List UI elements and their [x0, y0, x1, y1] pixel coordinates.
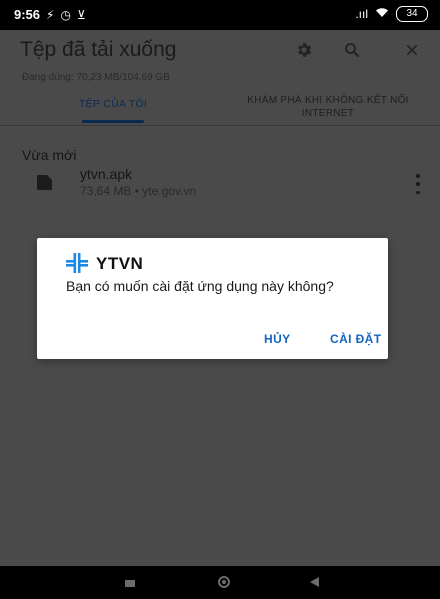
clock: 9:56: [14, 7, 41, 22]
install-button[interactable]: CÀI ĐẶT: [330, 332, 381, 346]
flash-icon: ⚡: [46, 7, 55, 22]
ytvn-logo-icon: [66, 253, 88, 273]
install-dialog: YTVN Bạn có muốn cài đặt ứng dụng này kh…: [37, 238, 388, 359]
tab-indicator: [82, 120, 144, 123]
status-right: .ııl 34: [355, 6, 428, 22]
tab-offline-label-line1: KHÁM PHÁ KHI KHÔNG KẾT NỐI: [247, 95, 409, 106]
status-bar: 9:56 ⚡ ◷ ⊻ .ııl 34: [0, 0, 440, 30]
wifi-icon: [375, 7, 389, 21]
file-name: ytvn.apk: [80, 166, 133, 182]
battery-icon: 34: [396, 6, 428, 22]
tab-offline-explore[interactable]: KHÁM PHÁ KHI KHÔNG KẾT NỐI INTERNET: [222, 94, 434, 120]
recents-icon[interactable]: [125, 580, 135, 587]
list-item[interactable]: ytvn.apk 73,64 MB • yte.gov.vn: [0, 166, 440, 202]
dialog-title: YTVN: [96, 254, 144, 273]
cancel-button[interactable]: HỦY: [264, 332, 291, 346]
close-icon[interactable]: [400, 38, 424, 62]
navigation-bar: [0, 566, 440, 599]
gear-icon[interactable]: [292, 38, 316, 62]
tab-offline-label-line2: INTERNET: [301, 108, 355, 119]
dialog-message: Bạn có muốn cài đặt ứng dụng này không?: [66, 278, 334, 294]
page-title: Tệp đã tải xuống: [20, 38, 177, 61]
file-meta: 73,64 MB • yte.gov.vn: [80, 184, 197, 198]
tabs-divider: [0, 125, 440, 126]
search-icon[interactable]: [340, 38, 364, 62]
more-vert-icon[interactable]: [410, 174, 426, 194]
alarm-icon: ◷: [60, 7, 71, 22]
home-icon[interactable]: [218, 576, 230, 588]
status-left: 9:56 ⚡ ◷ ⊻: [14, 7, 86, 22]
signal-icon: .ııl: [355, 7, 368, 21]
section-title: Vừa mới: [22, 147, 77, 163]
back-icon[interactable]: [310, 577, 319, 587]
tab-my-files[interactable]: TỆP CỦA TÔI: [38, 98, 188, 110]
storage-usage: Đang dùng: 70,23 MB/104,69 GB: [22, 72, 170, 83]
app-bar: Tệp đã tải xuống: [0, 30, 440, 70]
download-icon: ⊻: [76, 7, 86, 22]
file-icon: [36, 174, 53, 191]
